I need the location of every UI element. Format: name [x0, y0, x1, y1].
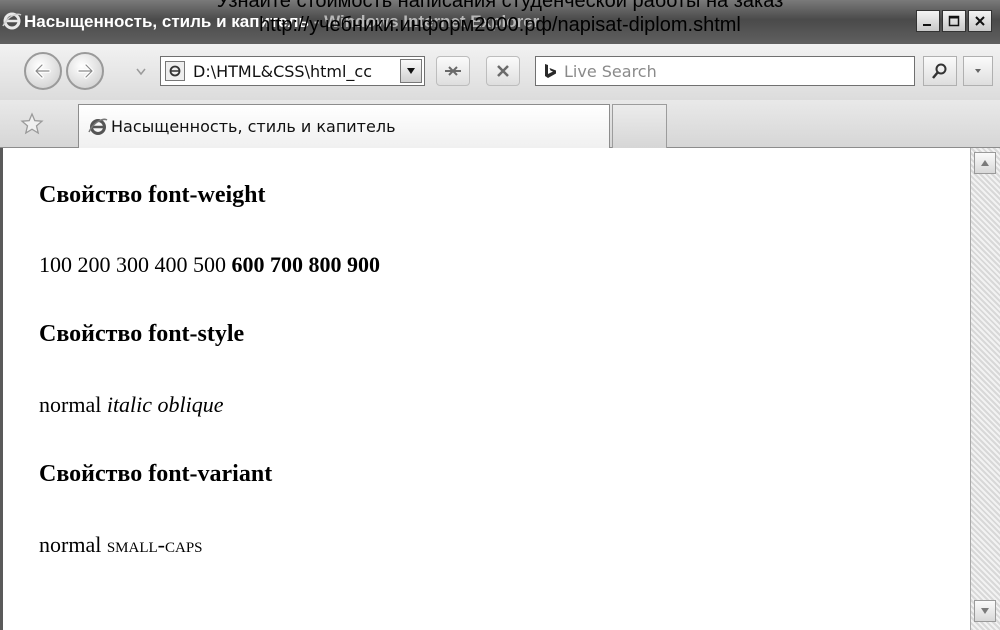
back-arrow-icon	[34, 63, 51, 79]
search-box[interactable]: Live Search	[535, 56, 915, 86]
heading-font-variant: Свойство font-variant	[39, 461, 273, 487]
close-icon	[975, 16, 985, 26]
weight-500-sample: 500	[193, 252, 226, 277]
weight-700-sample: 700	[270, 252, 303, 277]
chevron-down-icon	[975, 69, 981, 73]
maximize-button[interactable]	[942, 10, 966, 32]
weight-200-sample: 200	[77, 252, 111, 277]
tab-current-page[interactable]: Насыщенность, стиль и капитель	[78, 104, 610, 148]
font-style-samples: normal italic oblique	[39, 392, 224, 418]
magnifier-icon	[932, 63, 947, 79]
font-weight-samples: 100 200 300 400 500 600 700 800 900	[39, 252, 380, 278]
refresh-icon	[445, 66, 461, 76]
style-normal-sample: normal	[39, 392, 102, 417]
heading-font-style: Свойство font-style	[39, 321, 245, 347]
watermark-line-1: Узнайте стоимость написания студенческой…	[216, 0, 784, 12]
minimize-icon	[923, 24, 931, 26]
stop-icon	[497, 65, 509, 77]
minimize-button[interactable]	[916, 10, 940, 32]
search-button[interactable]	[923, 56, 957, 86]
address-bar[interactable]: D:\HTML&CSS\html_cc	[160, 56, 425, 86]
forward-arrow-icon	[77, 63, 94, 79]
search-options-button[interactable]	[963, 56, 993, 86]
scroll-down-button[interactable]	[974, 600, 996, 622]
title-bar: Насыщенность, стиль и капитель - Windows…	[0, 0, 1000, 44]
recent-pages-dropdown-icon[interactable]	[135, 67, 147, 77]
scroll-up-button[interactable]	[974, 152, 996, 174]
ie-logo-icon	[88, 118, 108, 135]
tab-label: Насыщенность, стиль и капитель	[111, 117, 396, 136]
weight-800-sample: 800	[308, 252, 342, 277]
tab-bar: Насыщенность, стиль и капитель	[0, 100, 1000, 148]
navigation-bar: D:\HTML&CSS\html_cc Live Search	[0, 44, 1000, 100]
style-oblique-sample: oblique	[157, 392, 224, 417]
style-italic-sample: italic	[106, 392, 153, 417]
star-icon[interactable]	[20, 112, 44, 136]
stop-button[interactable]	[486, 56, 520, 86]
back-button[interactable]	[24, 52, 62, 90]
maximize-icon	[948, 15, 960, 27]
refresh-button[interactable]	[436, 56, 470, 86]
variant-small-caps-sample: small-caps	[106, 532, 203, 557]
address-text[interactable]: D:\HTML&CSS\html_cc	[193, 62, 393, 81]
page-content: Свойство font-weight 100 200 300 400 500…	[0, 148, 970, 630]
close-window-button[interactable]	[968, 10, 992, 32]
variant-normal-sample: normal	[39, 532, 102, 557]
weight-900-sample: 900	[347, 252, 380, 277]
page-file-icon	[165, 61, 185, 81]
bing-icon	[545, 64, 556, 78]
search-placeholder: Live Search	[564, 62, 657, 81]
watermark-line-2: http://учебники.информ2000.рф/napisat-di…	[259, 14, 741, 36]
arrow-down-icon	[981, 608, 989, 614]
chevron-down-icon	[407, 68, 415, 74]
vertical-scrollbar[interactable]	[970, 148, 1000, 630]
weight-100-sample: 100	[39, 252, 72, 277]
weight-300-sample: 300	[116, 252, 149, 277]
heading-font-weight: Свойство font-weight	[39, 182, 266, 208]
window-controls	[916, 10, 992, 32]
font-variant-samples: normal small-caps	[39, 532, 203, 558]
weight-400-sample: 400	[154, 252, 188, 277]
arrow-up-icon	[981, 160, 989, 166]
new-tab-button[interactable]	[612, 104, 667, 148]
forward-button[interactable]	[66, 52, 104, 90]
weight-600-sample: 600	[231, 252, 265, 277]
ie-page-icon	[169, 65, 181, 77]
address-dropdown-button[interactable]	[400, 59, 422, 83]
